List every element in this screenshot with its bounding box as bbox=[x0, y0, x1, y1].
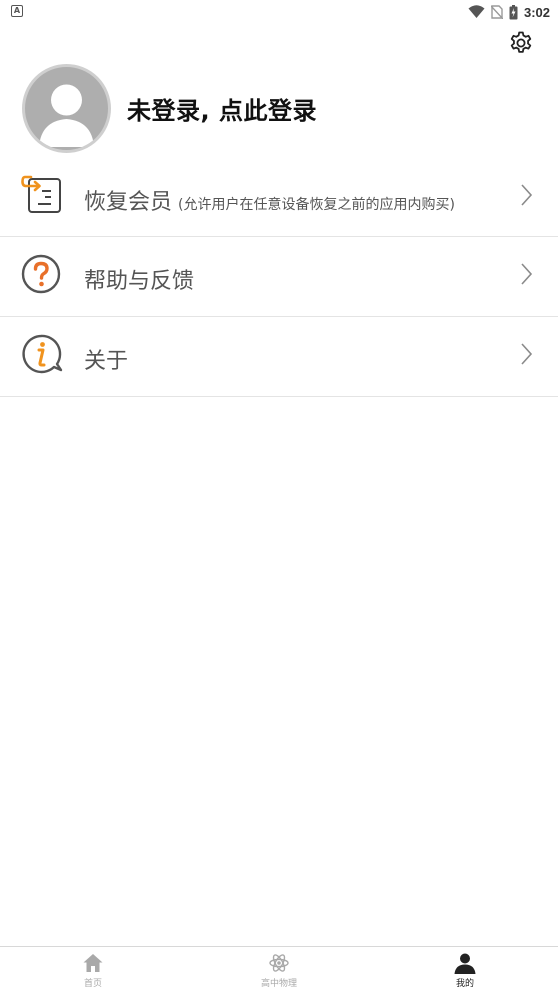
restore-icon bbox=[21, 175, 61, 213]
battery-charging-icon bbox=[509, 4, 518, 19]
bottom-tab-bar: 首页 高中物理 我的 bbox=[0, 946, 558, 993]
login-prompt: 未登录, 点此登录 bbox=[127, 96, 317, 125]
default-avatar-icon bbox=[22, 63, 111, 153]
clock: 3:02 bbox=[523, 4, 550, 20]
tab-physics[interactable]: 高中物理 bbox=[186, 947, 372, 993]
tab-home[interactable]: 首页 bbox=[0, 947, 186, 993]
person-icon bbox=[454, 953, 476, 974]
menu-item-label: 恢复会员 bbox=[84, 190, 173, 215]
menu-item-restore-membership[interactable]: 恢复会员 (允许用户在任意设备恢复之前的应用内购买) bbox=[0, 158, 558, 237]
status-bar: A 3:02 bbox=[0, 0, 558, 24]
menu-item-help-feedback[interactable]: 帮助与反馈 bbox=[0, 237, 558, 317]
status-icons: 3:02 bbox=[468, 3, 550, 21]
login-row[interactable]: 未登录, 点此登录 bbox=[22, 63, 532, 153]
chevron-right-icon bbox=[521, 343, 533, 365]
tab-label: 首页 bbox=[83, 979, 102, 989]
tab-mine[interactable]: 我的 bbox=[372, 947, 558, 993]
menu-item-about[interactable]: 关于 bbox=[0, 317, 558, 397]
info-bubble-icon bbox=[22, 334, 63, 374]
wifi-icon bbox=[468, 5, 485, 18]
menu-item-label: 关于 bbox=[84, 349, 129, 374]
menu-item-label: 帮助与反馈 bbox=[84, 269, 195, 294]
chevron-right-icon bbox=[521, 184, 533, 206]
question-icon bbox=[21, 254, 61, 294]
no-sim-icon bbox=[490, 5, 503, 19]
settings-menu: 恢复会员 (允许用户在任意设备恢复之前的应用内购买) 帮助与反馈 关于 bbox=[0, 158, 558, 397]
home-icon bbox=[83, 954, 103, 972]
gear-icon[interactable] bbox=[508, 30, 534, 56]
status-badge: A bbox=[11, 5, 23, 17]
chevron-right-icon bbox=[521, 263, 533, 285]
tab-label: 高中物理 bbox=[260, 979, 297, 989]
tab-label: 我的 bbox=[455, 979, 474, 989]
menu-item-sublabel: (允许用户在任意设备恢复之前的应用内购买) bbox=[178, 197, 455, 213]
atom-icon bbox=[269, 954, 289, 972]
profile-screen: A 3:02 未登录, 点此登录 恢复会员 (允许用户在任意设备恢复之前的应用内… bbox=[0, 0, 558, 993]
